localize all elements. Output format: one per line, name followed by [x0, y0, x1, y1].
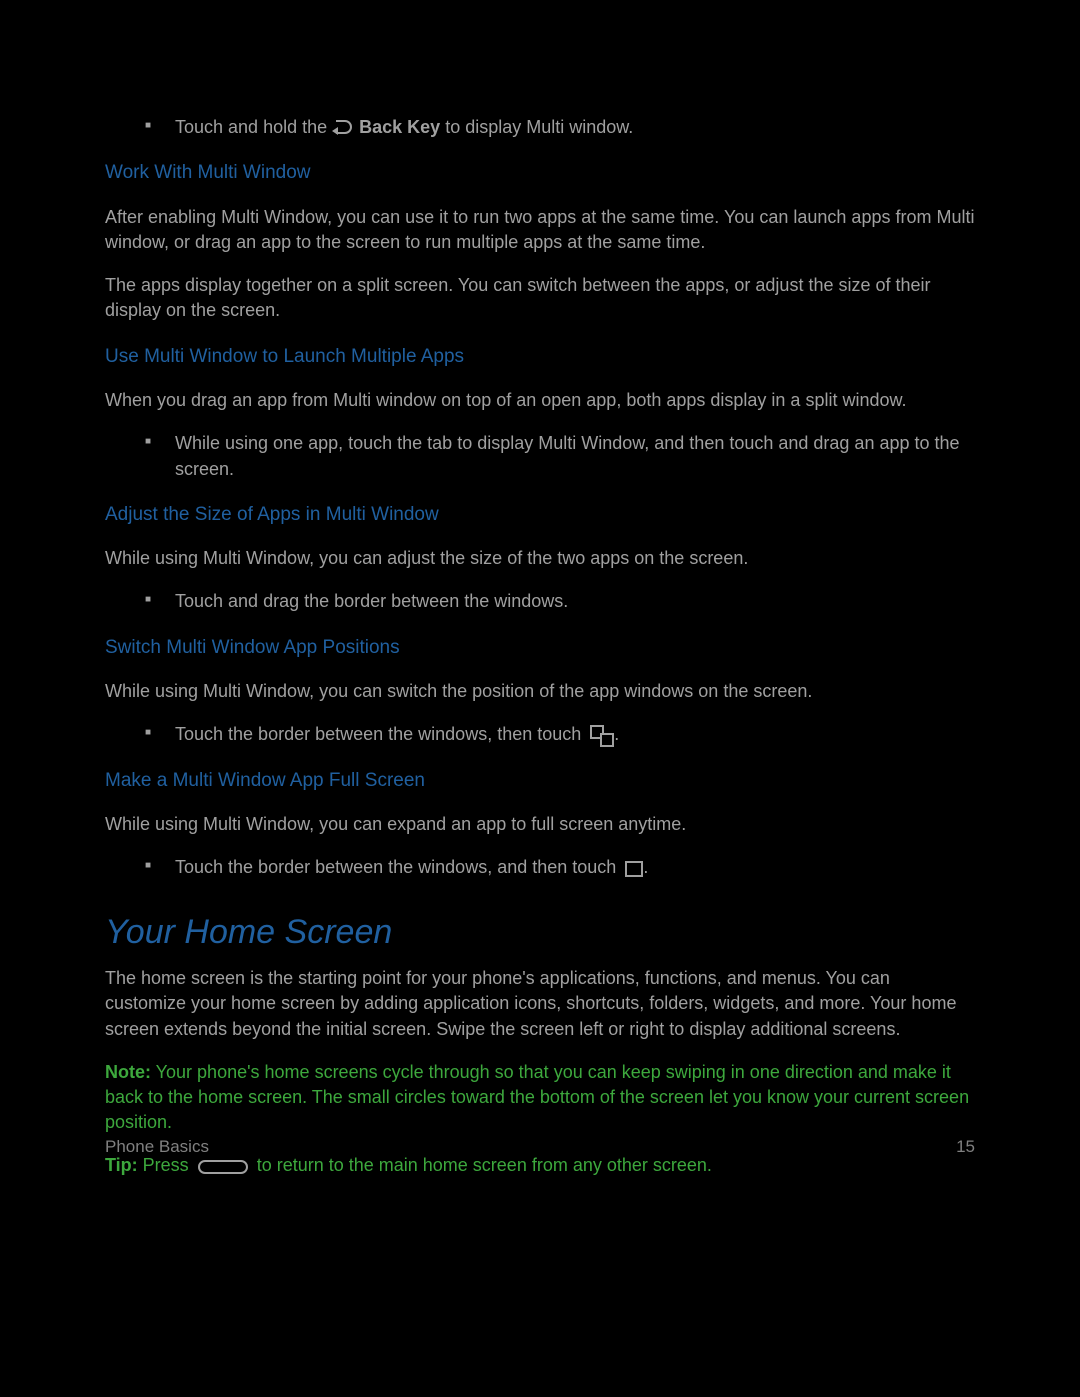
paragraph: When you drag an app from Multi window o…	[105, 388, 975, 413]
paragraph: The apps display together on a split scr…	[105, 273, 975, 323]
paragraph: While using Multi Window, you can expand…	[105, 812, 975, 837]
footer-section-name: Phone Basics	[105, 1135, 209, 1159]
text-segment: Touch and hold the	[175, 117, 332, 137]
paragraph: While using Multi Window, you can switch…	[105, 679, 975, 704]
footer-page-number: 15	[956, 1135, 975, 1159]
heading-full-screen: Make a Multi Window App Full Screen	[105, 768, 975, 795]
fullscreen-icon	[625, 861, 643, 877]
home-button-icon	[198, 1160, 248, 1174]
heading-your-home-screen: Your Home Screen	[105, 909, 975, 957]
heading-launch-multiple-apps: Use Multi Window to Launch Multiple Apps	[105, 344, 975, 371]
bullet-touch-back-key: Touch and hold the Back Key to display M…	[105, 115, 975, 140]
back-key-icon	[332, 120, 354, 136]
text-segment: Touch and drag the border between the wi…	[175, 591, 568, 611]
text-segment: to display Multi window.	[445, 117, 633, 137]
bullet-item: Touch and drag the border between the wi…	[105, 589, 975, 614]
heading-switch-positions: Switch Multi Window App Positions	[105, 635, 975, 662]
bullet-item: While using one app, touch the tab to di…	[105, 431, 975, 481]
text-segment: While using one app, touch the tab to di…	[175, 433, 960, 478]
bullet-item: Touch the border between the windows, th…	[105, 722, 975, 747]
paragraph: While using Multi Window, you can adjust…	[105, 546, 975, 571]
text-bold: Back Key	[359, 117, 440, 137]
heading-adjust-size: Adjust the Size of Apps in Multi Window	[105, 502, 975, 529]
switch-windows-icon	[590, 725, 614, 747]
page-footer: Phone Basics 15	[105, 1135, 975, 1159]
heading-work-multi-window: Work With Multi Window	[105, 160, 975, 187]
bullet-item: Touch the border between the windows, an…	[105, 855, 975, 880]
note-paragraph: Note: Your phone's home screens cycle th…	[105, 1060, 975, 1136]
text-segment: Touch the border between the windows, th…	[175, 724, 586, 744]
paragraph: The home screen is the starting point fo…	[105, 966, 975, 1042]
note-body: Your phone's home screens cycle through …	[105, 1062, 969, 1132]
note-label: Note:	[105, 1062, 151, 1082]
paragraph: After enabling Multi Window, you can use…	[105, 205, 975, 255]
text-segment: Touch the border between the windows, an…	[175, 857, 621, 877]
